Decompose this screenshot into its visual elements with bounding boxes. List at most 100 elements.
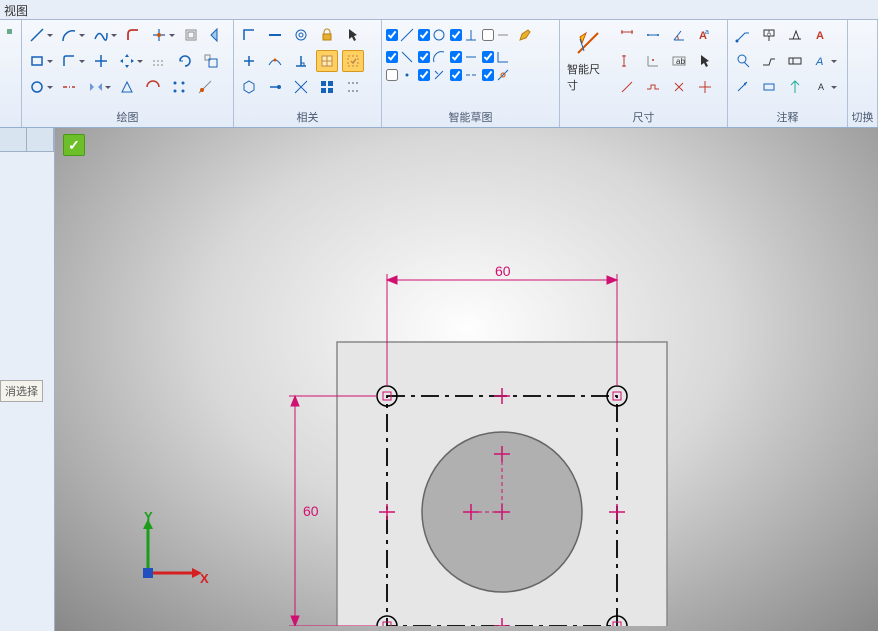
grid4-tool[interactable] — [316, 76, 338, 98]
dim-coord-tool[interactable] — [642, 50, 664, 72]
title-bar: 视图 — [0, 0, 878, 20]
dim-h-tool[interactable] — [616, 24, 638, 46]
panel-switch: 切换 — [848, 20, 878, 127]
panel-smartsketch: 智能草图 — [382, 20, 560, 127]
viewport[interactable]: 60 60 Y X — [55, 128, 878, 631]
panel-dimension: 智能尺寸 Aa ab — [560, 20, 728, 127]
move-tool[interactable] — [90, 50, 112, 72]
dim-ang-tool[interactable] — [668, 24, 690, 46]
scale-tool[interactable] — [200, 50, 222, 72]
curve-tool[interactable] — [90, 24, 112, 46]
dim-char-tool[interactable]: Aa — [694, 24, 716, 46]
panel-label-relation: 相关 — [234, 109, 381, 125]
leading-btn[interactable] — [4, 24, 22, 46]
text-tool[interactable]: A — [810, 24, 832, 46]
smart-dimension-button[interactable]: 智能尺寸 — [564, 24, 612, 98]
horizontal-tool[interactable] — [264, 24, 286, 46]
workspace: 消选择 — [0, 128, 878, 631]
connect-tool[interactable] — [238, 24, 260, 46]
dim-top-value: 60 — [495, 263, 511, 279]
triangle-tool[interactable] — [116, 76, 138, 98]
textstyle-tool[interactable]: A — [810, 50, 832, 72]
ss-check-5[interactable] — [386, 50, 414, 64]
dashline-tool[interactable] — [148, 50, 170, 72]
ss-check-8[interactable] — [482, 50, 510, 64]
ss-check-10[interactable] — [418, 68, 446, 82]
svg-text:A: A — [815, 56, 823, 68]
offset-tool[interactable] — [180, 24, 202, 46]
dim-v-tool[interactable] — [616, 50, 638, 72]
ss-check-12[interactable] — [482, 68, 510, 82]
ss-check-6[interactable] — [418, 50, 446, 64]
dim-text-tool[interactable]: ab — [668, 50, 690, 72]
datum-tool[interactable]: A — [758, 24, 780, 46]
panel-leading — [0, 20, 22, 127]
ss-check-2[interactable] — [418, 28, 446, 42]
rect-tool[interactable] — [26, 50, 48, 72]
trim-tool[interactable] — [206, 24, 228, 46]
mirror-tool[interactable] — [84, 76, 106, 98]
coincident-tool[interactable] — [238, 50, 260, 72]
ss-check-11[interactable] — [450, 68, 478, 82]
line-tool[interactable] — [26, 24, 48, 46]
concentric-tool[interactable] — [290, 24, 312, 46]
mark-tool[interactable] — [784, 76, 806, 98]
ss-check-3[interactable] — [450, 28, 478, 42]
pan-tool[interactable] — [116, 50, 138, 72]
dim-cursor-tool[interactable] — [694, 50, 716, 72]
draw-more-tool[interactable] — [194, 76, 216, 98]
arc-tool[interactable] — [58, 24, 80, 46]
panel-draw: 绘图 — [22, 20, 234, 127]
left-tab-1[interactable] — [0, 128, 27, 151]
gtol-tool[interactable] — [784, 50, 806, 72]
ss-check-7[interactable] — [450, 50, 478, 64]
intersect-tool[interactable] — [290, 76, 312, 98]
sketch-canvas: 60 60 — [281, 196, 741, 626]
lineend-tool[interactable] — [264, 76, 286, 98]
bend-tool[interactable] — [58, 50, 80, 72]
frame-tool[interactable] — [758, 76, 780, 98]
dim-d-tool[interactable] — [616, 76, 638, 98]
perp-tool[interactable] — [290, 50, 312, 72]
dim-sym-tool[interactable] — [668, 76, 690, 98]
left-tab-2[interactable] — [27, 128, 54, 151]
svg-text:ab: ab — [676, 57, 685, 66]
cancel-select-hint: 消选择 — [0, 380, 43, 402]
surface-tool[interactable] — [784, 24, 806, 46]
rotate-tool[interactable] — [174, 50, 196, 72]
rel-select-tool[interactable] — [342, 50, 364, 72]
panel-label-draw: 绘图 — [22, 109, 233, 125]
ss-check-4[interactable] — [482, 28, 510, 42]
grid-rel-tool[interactable] — [316, 50, 338, 72]
smart-dim-label: 智能尺寸 — [567, 61, 609, 93]
circle-tool[interactable] — [26, 76, 48, 98]
project-tool[interactable] — [148, 24, 170, 46]
ss-check-9[interactable] — [386, 68, 414, 82]
title-text: 视图 — [4, 4, 28, 18]
leader-tool[interactable] — [732, 24, 754, 46]
ss-check-1[interactable] — [386, 28, 414, 42]
dots-tool[interactable] — [342, 76, 364, 98]
anno-more-tool[interactable]: A — [810, 76, 832, 98]
ss-edit-tool[interactable] — [514, 24, 536, 46]
dim-dist-tool[interactable] — [642, 24, 664, 46]
dim-pick-tool[interactable] — [694, 76, 716, 98]
dim-chain-tool[interactable] — [642, 76, 664, 98]
arc2-tool[interactable] — [142, 76, 164, 98]
panel-relation: 相关 — [234, 20, 382, 127]
pick-rel-tool[interactable] — [342, 24, 364, 46]
lock-tool[interactable] — [316, 24, 338, 46]
centerline-tool[interactable] — [58, 76, 80, 98]
balloon-tool[interactable] — [732, 50, 754, 72]
axis-triad: Y X — [130, 511, 210, 591]
pattern-tool[interactable] — [168, 76, 190, 98]
oncurve-tool[interactable] — [264, 50, 286, 72]
callout-tool[interactable] — [732, 76, 754, 98]
weld-tool[interactable] — [758, 50, 780, 72]
svg-text:A: A — [818, 82, 824, 92]
panel-label-annotation: 注释 — [728, 109, 847, 125]
fillet-tool[interactable] — [122, 24, 144, 46]
ok-icon[interactable] — [63, 134, 85, 156]
svg-text:a: a — [705, 29, 709, 36]
hex-tool[interactable] — [238, 76, 260, 98]
